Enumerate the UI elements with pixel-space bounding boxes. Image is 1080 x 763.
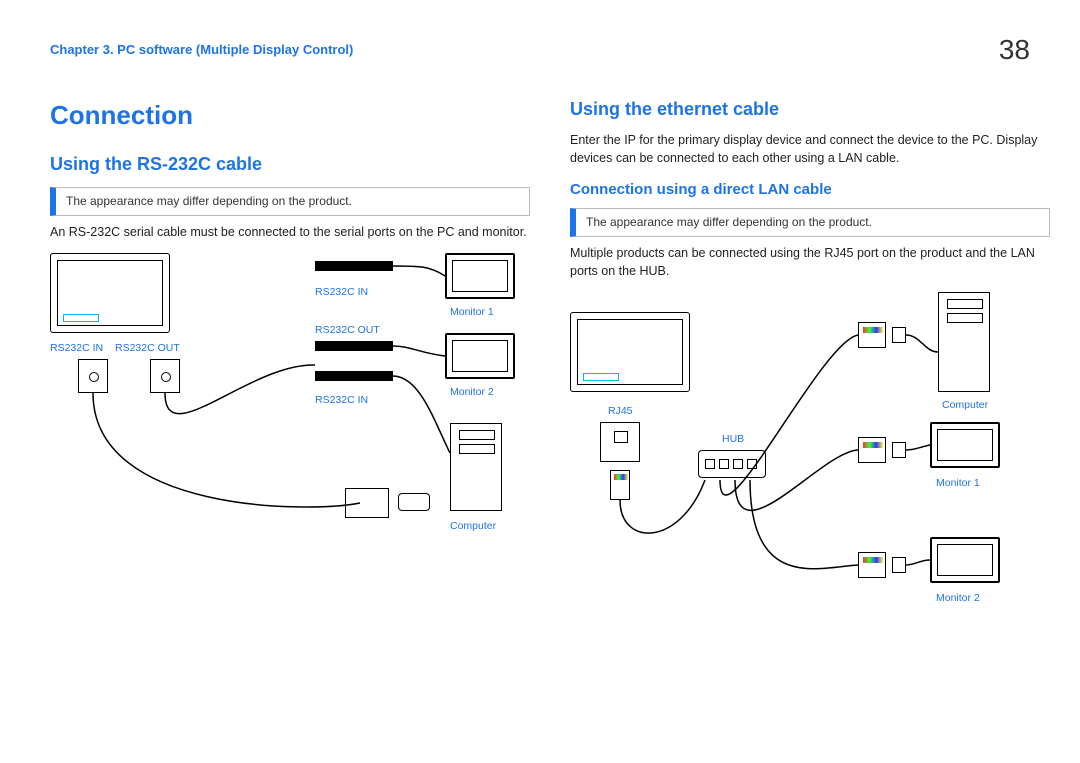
- content-columns: Connection Using the RS-232C cable The a…: [50, 97, 1030, 602]
- monitor-icon: [445, 333, 515, 379]
- rs232c-diagram: RS232C IN RS232C OUT RS232C IN RS232C OU…: [50, 253, 530, 563]
- label-monitor2: Monitor 2: [450, 385, 494, 400]
- monitor-icon: [930, 537, 1000, 583]
- label-rs232c-out-2: RS232C OUT: [315, 323, 380, 338]
- label-rs232c-in-1: RS232C IN: [50, 341, 103, 356]
- left-column: Connection Using the RS-232C cable The a…: [50, 97, 530, 602]
- lan-subsubtitle: Connection using a direct LAN cable: [570, 179, 1050, 200]
- ethernet-diagram: RJ45 HUB: [570, 292, 1050, 602]
- label-hub: HUB: [722, 432, 744, 447]
- label-rs232c-out-1: RS232C OUT: [115, 341, 180, 356]
- label-rs232c-in-2: RS232C IN: [315, 285, 368, 300]
- page-header: Chapter 3. PC software (Multiple Display…: [50, 30, 1030, 69]
- monitor-icon: [930, 422, 1000, 468]
- right-column: Using the ethernet cable Enter the IP fo…: [570, 97, 1050, 602]
- jack-icon: [315, 341, 393, 351]
- computer-tower-icon: [938, 292, 990, 392]
- label-monitor1-right: Monitor 1: [936, 476, 980, 491]
- rs232c-note: The appearance may differ depending on t…: [50, 187, 530, 216]
- eth-socket-icon: [892, 557, 906, 573]
- page: Chapter 3. PC software (Multiple Display…: [0, 0, 1080, 622]
- jack-icon: [315, 371, 393, 381]
- ethernet-subtitle: Using the ethernet cable: [570, 97, 1050, 122]
- display-rear-icon: [50, 253, 170, 333]
- ethernet-body2: Multiple products can be connected using…: [570, 245, 1050, 280]
- label-computer-left: Computer: [450, 519, 496, 534]
- eth-plug-icon: [858, 322, 886, 348]
- eth-socket-icon: [892, 442, 906, 458]
- label-rs232c-in-3: RS232C IN: [315, 393, 368, 408]
- display-rear-icon: [570, 312, 690, 392]
- ethernet-note: The appearance may differ depending on t…: [570, 208, 1050, 237]
- eth-plug-icon: [858, 552, 886, 578]
- eth-socket-icon: [892, 327, 906, 343]
- rj45-port-icon: [600, 422, 640, 462]
- label-monitor2-right: Monitor 2: [936, 591, 980, 606]
- chapter-label: Chapter 3. PC software (Multiple Display…: [50, 41, 353, 59]
- rs232c-body: An RS-232C serial cable must be connecte…: [50, 224, 530, 242]
- label-computer-right: Computer: [942, 398, 988, 413]
- monitor-icon: [445, 253, 515, 299]
- page-number: 38: [999, 30, 1030, 69]
- label-rj45: RJ45: [608, 404, 633, 419]
- computer-tower-icon: [450, 423, 502, 511]
- jack-icon: [315, 261, 393, 271]
- label-monitor1: Monitor 1: [450, 305, 494, 320]
- hub-icon: [698, 450, 766, 478]
- port-icon: [78, 359, 108, 393]
- port-icon: [150, 359, 180, 393]
- ethernet-body1: Enter the IP for the primary display dev…: [570, 132, 1050, 167]
- serial-port-icon: [398, 493, 430, 511]
- rs232c-subtitle: Using the RS-232C cable: [50, 152, 530, 177]
- eth-plug-icon: [858, 437, 886, 463]
- rj45-plug-icon: [610, 470, 630, 500]
- section-title: Connection: [50, 97, 530, 133]
- serial-connector-icon: [345, 488, 389, 518]
